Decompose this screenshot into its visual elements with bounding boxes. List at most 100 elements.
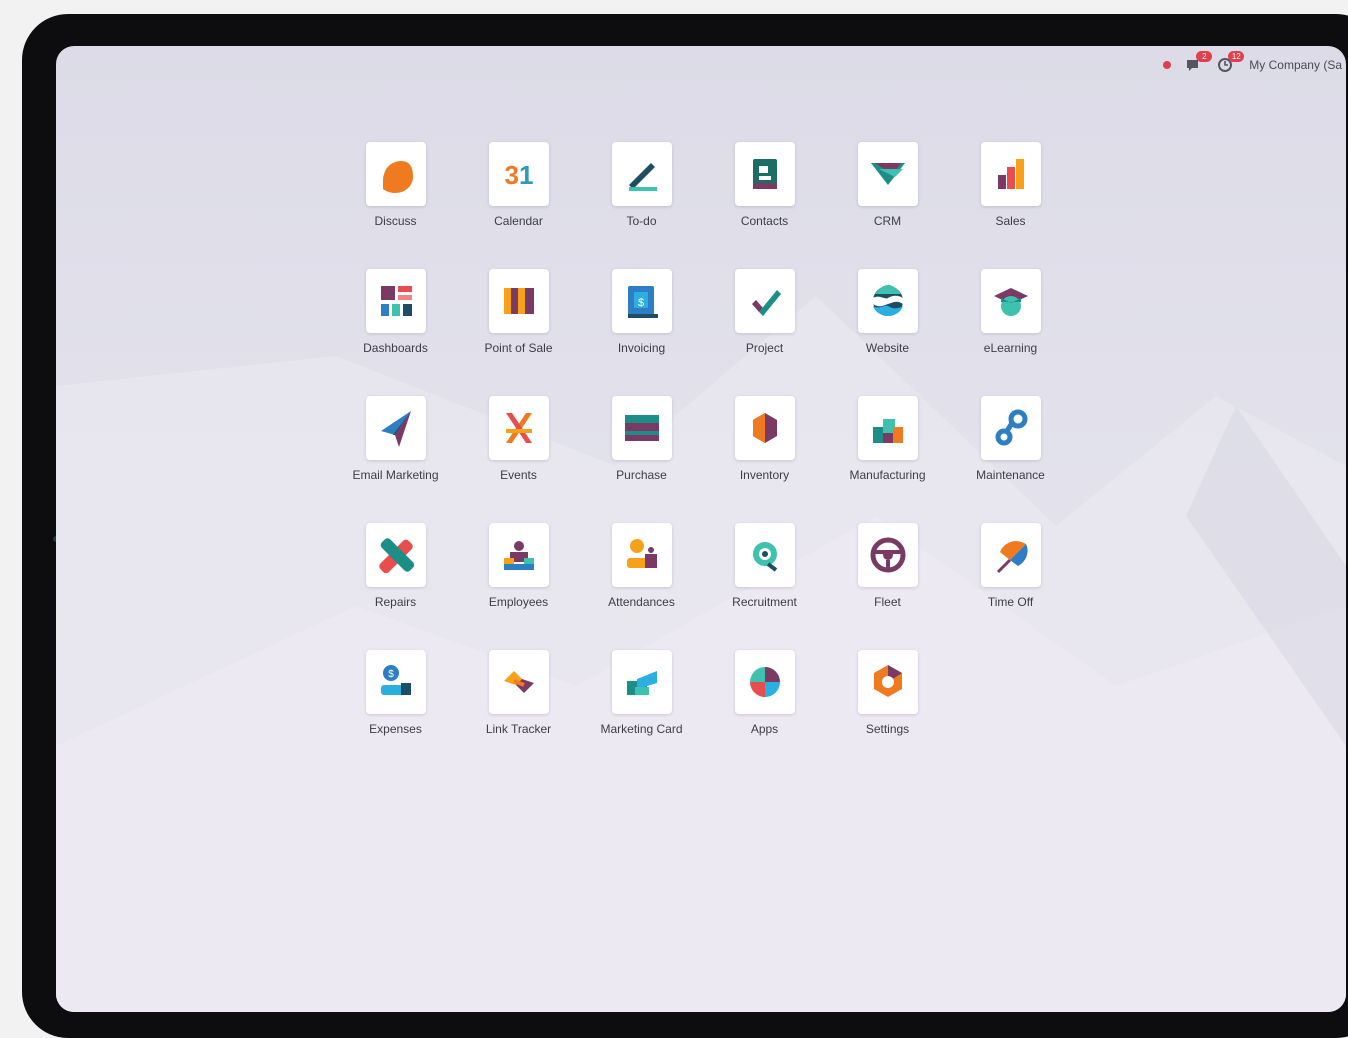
app-crm[interactable]: CRM	[826, 142, 949, 269]
marketing-card-icon[interactable]	[611, 650, 672, 714]
discuss-icon[interactable]	[365, 142, 426, 206]
activity-badge: 12	[1228, 51, 1245, 62]
recruitment-icon[interactable]	[734, 523, 795, 587]
app-label: Website	[865, 341, 910, 355]
todo-icon[interactable]	[611, 142, 672, 206]
contacts-icon[interactable]	[734, 142, 795, 206]
app-label: Email Marketing	[352, 468, 439, 482]
svg-text:$: $	[388, 669, 394, 680]
app-to-do[interactable]: To-do	[580, 142, 703, 269]
app-label: Marketing Card	[600, 722, 683, 736]
app-marketing-card[interactable]: Marketing Card	[580, 650, 703, 777]
app-label: Dashboards	[363, 341, 428, 355]
app-email-marketing[interactable]: Email Marketing	[334, 396, 457, 523]
company-switcher[interactable]: My Company (Sa	[1249, 58, 1346, 72]
inventory-icon[interactable]	[734, 396, 795, 460]
point-of-sale-icon[interactable]	[488, 269, 549, 333]
app-label: Project	[745, 341, 784, 355]
app-label: Repairs	[374, 595, 417, 609]
app-label: Time Off	[987, 595, 1034, 609]
fleet-icon[interactable]	[857, 523, 918, 587]
app-events[interactable]: Events	[457, 396, 580, 523]
manufacturing-icon[interactable]	[857, 396, 918, 460]
chat-badge: 2	[1196, 51, 1213, 62]
app-sales[interactable]: Sales	[949, 142, 1072, 269]
app-label: Sales	[995, 214, 1026, 228]
home-screen: 2 12 My Company (Sa Discuss 31 Calendar To-…	[56, 46, 1346, 1012]
app-grid: Discuss 31 Calendar To-do Contacts CRM Sales Da…	[334, 142, 1074, 777]
chat-icon[interactable]: 2	[1185, 51, 1213, 73]
app-manufacturing[interactable]: Manufacturing	[826, 396, 949, 523]
svg-text:31: 31	[504, 160, 533, 190]
app-label: Maintenance	[976, 468, 1045, 482]
elearning-icon[interactable]	[980, 269, 1041, 333]
app-purchase[interactable]: Purchase	[580, 396, 703, 523]
app-contacts[interactable]: Contacts	[703, 142, 826, 269]
website-icon[interactable]	[857, 269, 918, 333]
app-fleet[interactable]: Fleet	[826, 523, 949, 650]
svg-text:$: $	[637, 297, 643, 309]
app-label: Recruitment	[732, 595, 797, 609]
expenses-icon[interactable]: $	[365, 650, 426, 714]
crm-icon[interactable]	[857, 142, 918, 206]
repairs-icon[interactable]	[365, 523, 426, 587]
app-label: Attendances	[608, 595, 675, 609]
app-label: Settings	[865, 722, 910, 736]
app-discuss[interactable]: Discuss	[334, 142, 457, 269]
app-time-off[interactable]: Time Off	[949, 523, 1072, 650]
app-label: Calendar	[494, 214, 543, 228]
app-recruitment[interactable]: Recruitment	[703, 523, 826, 650]
app-employees[interactable]: Employees	[457, 523, 580, 650]
app-label: Apps	[750, 722, 779, 736]
app-website[interactable]: Website	[826, 269, 949, 396]
app-label: Events	[500, 468, 537, 482]
activity-clock-icon[interactable]: 12	[1217, 51, 1245, 73]
app-project[interactable]: Project	[703, 269, 826, 396]
app-label: CRM	[873, 214, 902, 228]
app-label: Inventory	[739, 468, 790, 482]
dashboards-icon[interactable]	[365, 269, 426, 333]
systray: 2 12 My Company (Sa	[1163, 51, 1346, 76]
app-dashboards[interactable]: Dashboards	[334, 269, 457, 396]
invoicing-icon[interactable]: $	[611, 269, 672, 333]
app-elearning[interactable]: eLearning	[949, 269, 1072, 396]
sales-icon[interactable]	[980, 142, 1041, 206]
app-label: Link Tracker	[485, 722, 552, 736]
app-settings[interactable]: Settings	[826, 650, 949, 777]
tablet-frame: 2 12 My Company (Sa Discuss 31 Calendar To-…	[22, 14, 1348, 1038]
app-maintenance[interactable]: Maintenance	[949, 396, 1072, 523]
link-tracker-icon[interactable]	[488, 650, 549, 714]
app-inventory[interactable]: Inventory	[703, 396, 826, 523]
app-expenses[interactable]: $ Expenses	[334, 650, 457, 777]
app-label: Purchase	[616, 468, 667, 482]
maintenance-icon[interactable]	[980, 396, 1041, 460]
app-invoicing[interactable]: $ Invoicing	[580, 269, 703, 396]
email-marketing-icon[interactable]	[365, 396, 426, 460]
app-label: Manufacturing	[849, 468, 926, 482]
apps-icon[interactable]	[734, 650, 795, 714]
app-link-tracker[interactable]: Link Tracker	[457, 650, 580, 777]
app-label: Employees	[488, 595, 549, 609]
app-point-of-sale[interactable]: Point of Sale	[457, 269, 580, 396]
app-label: Discuss	[374, 214, 417, 228]
app-label: Invoicing	[617, 341, 666, 355]
app-attendances[interactable]: Attendances	[580, 523, 703, 650]
app-label: To-do	[626, 214, 657, 228]
app-label: Fleet	[874, 595, 901, 609]
settings-icon[interactable]	[857, 650, 918, 714]
app-label: Contacts	[740, 214, 789, 228]
purchase-icon[interactable]	[611, 396, 672, 460]
app-label: Point of Sale	[484, 341, 553, 355]
app-calendar[interactable]: 31 Calendar	[457, 142, 580, 269]
app-label: Expenses	[369, 722, 422, 736]
events-icon[interactable]	[488, 396, 549, 460]
calendar-icon[interactable]: 31	[488, 142, 549, 206]
attendances-icon[interactable]	[611, 523, 672, 587]
app-apps[interactable]: Apps	[703, 650, 826, 777]
recording-dot-icon[interactable]	[1163, 61, 1172, 69]
time-off-icon[interactable]	[980, 523, 1041, 587]
employees-icon[interactable]	[488, 523, 549, 587]
app-repairs[interactable]: Repairs	[334, 523, 457, 650]
app-label: eLearning	[983, 341, 1038, 355]
project-icon[interactable]	[734, 269, 795, 333]
